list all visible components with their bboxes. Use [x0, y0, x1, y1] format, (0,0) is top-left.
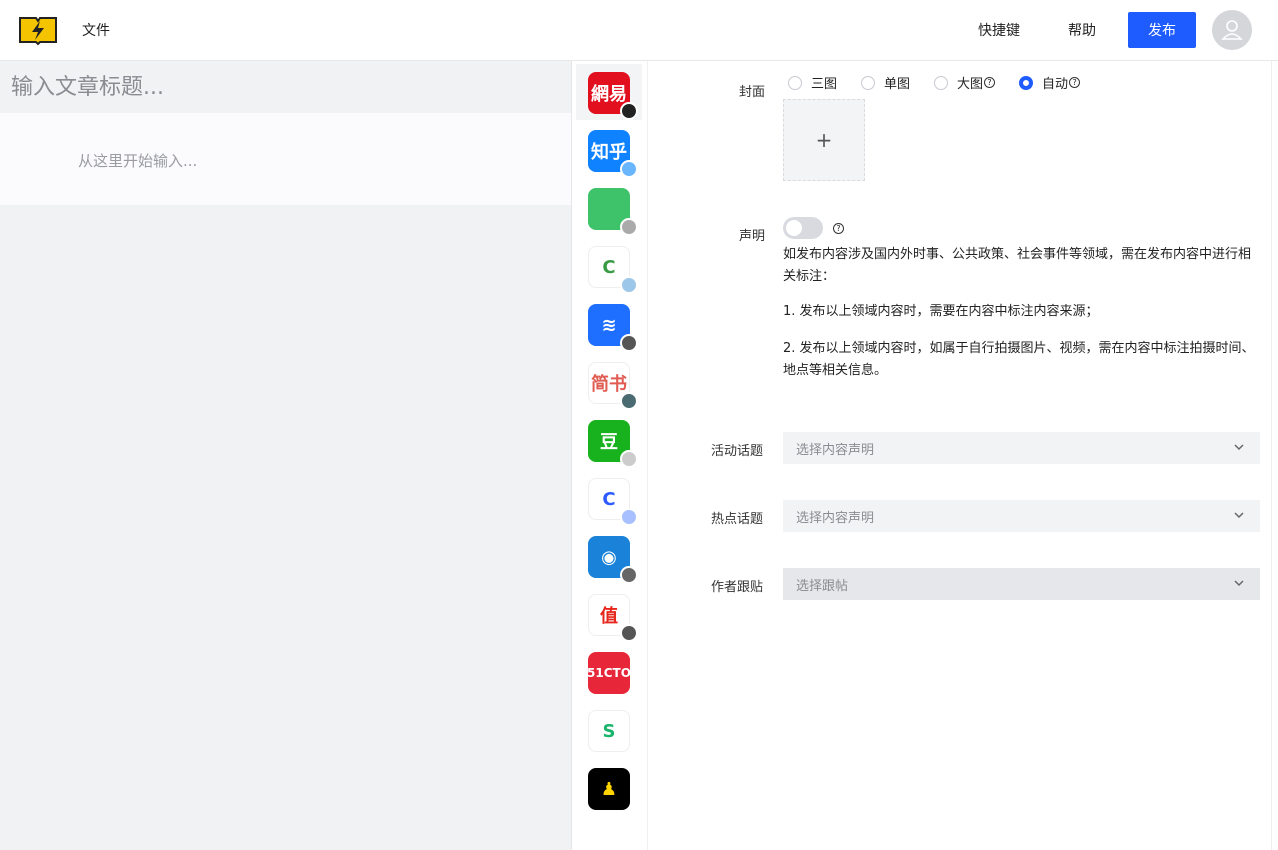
declaration-label: 声明 [739, 229, 766, 244]
platform-item[interactable]: C [576, 470, 642, 526]
body-placeholder: 从这里开始输入... [78, 152, 198, 170]
cover-label: 封面 [739, 85, 766, 100]
cover-option-radio[interactable]: 单图 [861, 73, 910, 92]
chevron-down-icon [1234, 444, 1244, 451]
help-icon[interactable]: ? [984, 77, 996, 88]
user-icon [1221, 20, 1243, 40]
file-menu[interactable]: 文件 [82, 20, 110, 40]
radio-circle [788, 75, 802, 90]
user-avatar[interactable] [1212, 10, 1252, 50]
account-avatar-badge [620, 450, 638, 468]
platform-item[interactable]: 51CTO [576, 644, 642, 700]
account-avatar-badge [620, 624, 638, 642]
body-editor[interactable]: 从这里开始输入... [0, 113, 571, 205]
platform-item[interactable] [576, 180, 642, 236]
platform-item[interactable]: 知乎 [576, 122, 642, 178]
platform-item[interactable]: ◉ [576, 528, 642, 584]
platform-item[interactable]: S [576, 702, 642, 758]
chevron-down-icon [1234, 580, 1244, 587]
top-header: 文件 快捷键 帮助 发布 [0, 0, 1278, 61]
hot-topic-select[interactable]: 选择内容声明 [783, 500, 1260, 532]
editor-pane: 从这里开始输入... [0, 61, 572, 850]
radio-circle [934, 75, 949, 90]
cover-option-radio[interactable]: 自动? [1019, 73, 1081, 92]
account-avatar-badge [620, 334, 638, 352]
platform-icon: ♟ [588, 768, 630, 810]
chevron-down-icon [1234, 512, 1244, 519]
cover-options: 三图 单图 大图? 自动? [788, 73, 1104, 92]
account-avatar-badge [620, 102, 638, 120]
cover-option-radio[interactable]: 大图? [934, 73, 996, 92]
platform-icon: 51CTO [588, 652, 630, 694]
account-avatar-badge [620, 218, 638, 236]
account-avatar-badge [620, 276, 638, 294]
platform-item[interactable]: 简书 [576, 354, 642, 410]
radio-circle [861, 75, 876, 90]
activity-topic-select[interactable]: 选择内容声明 [783, 432, 1260, 464]
title-input[interactable] [0, 61, 571, 113]
activity-topic-label: 活动话题 [711, 444, 764, 459]
declaration-item-1: 1. 发布以上领域内容时，需要在内容中标注内容来源； [783, 304, 1099, 319]
toggle-knob [786, 220, 802, 236]
declaration-item-2: 2. 发布以上领域内容时，如属于自行拍摄图片、视频，需在内容中标注拍摄时间、地点… [783, 341, 1255, 378]
declaration-text: 如发布内容涉及国内外时事、公共政策、社会事件等领域，需在发布内容中进行相关标注： [783, 247, 1252, 284]
cover-option-label: 自动 [1042, 77, 1069, 92]
platform-item[interactable]: 值 [576, 586, 642, 642]
scrollbar[interactable] [1271, 61, 1278, 850]
hot-topic-label: 热点话题 [711, 512, 764, 527]
author-follow-label: 作者跟贴 [711, 580, 764, 595]
platform-item[interactable]: 豆 [576, 412, 642, 468]
plus-icon: + [815, 128, 833, 152]
author-follow-placeholder: 选择跟帖 [796, 578, 849, 594]
radio-circle [1019, 75, 1034, 90]
cover-upload-button[interactable]: + [783, 99, 865, 181]
cover-option-label: 单图 [884, 77, 911, 92]
hot-topic-placeholder: 选择内容声明 [796, 510, 875, 526]
platform-item[interactable]: ♟ [576, 760, 642, 816]
cover-option-label: 三图 [811, 77, 838, 92]
platform-list: 網易 知乎 C ≋ 简书豆 C ◉ 值 51CTO S ♟ [573, 61, 648, 850]
declaration-toggle[interactable] [783, 217, 823, 239]
account-avatar-badge [620, 392, 638, 410]
account-avatar-badge [620, 566, 638, 584]
publish-settings: 封面 三图 单图 大图? 自动? + 声明 ? 如发布内容涉及国内外时事、公共政策、社… [649, 61, 1271, 850]
cover-option-radio[interactable]: 三图 [788, 73, 837, 92]
publish-button[interactable]: 发布 [1128, 12, 1196, 48]
platform-item[interactable]: C [576, 238, 642, 294]
account-avatar-badge [620, 508, 638, 526]
help-icon[interactable]: ? [1069, 77, 1081, 88]
account-avatar-badge [620, 160, 638, 178]
app-logo-icon[interactable] [18, 14, 58, 46]
platform-item[interactable]: 網易 [576, 64, 642, 120]
shortcut-link[interactable]: 快捷键 [978, 20, 1020, 40]
cover-option-label: 大图 [957, 77, 984, 92]
help-icon[interactable]: ? [833, 223, 844, 234]
platform-icon: S [588, 710, 630, 752]
author-follow-select[interactable]: 选择跟帖 [783, 568, 1260, 600]
activity-topic-placeholder: 选择内容声明 [796, 442, 875, 458]
help-link[interactable]: 帮助 [1068, 20, 1096, 40]
platform-item[interactable]: ≋ [576, 296, 642, 352]
